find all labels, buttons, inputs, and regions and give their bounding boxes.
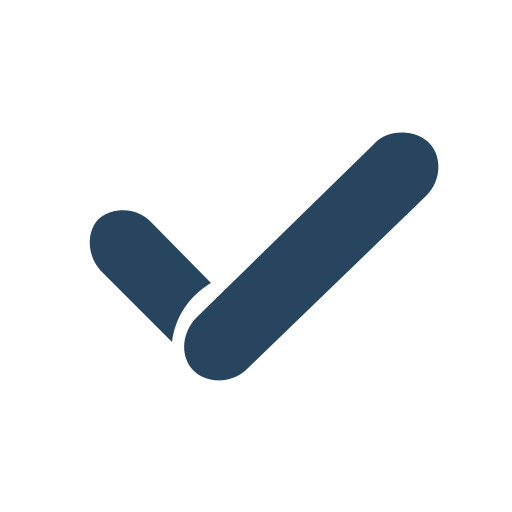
- checkmark-icon: [89, 132, 439, 381]
- app-icon-canvas: [0, 0, 512, 512]
- checkmark-long-stroke: [184, 132, 439, 381]
